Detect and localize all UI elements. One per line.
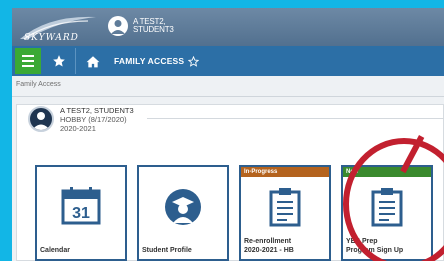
clipboard-icon — [241, 187, 329, 227]
menu-icon[interactable] — [15, 48, 41, 74]
graduate-icon — [139, 187, 227, 227]
student-profile-label: Student Profile — [142, 247, 192, 254]
in-progress-badge: In-Progress — [241, 167, 329, 177]
calendar-label: Calendar — [40, 247, 70, 254]
calendar-icon: 31 — [37, 187, 125, 225]
calendar-day: 31 — [72, 205, 90, 222]
user-avatar-icon — [108, 16, 128, 36]
calendar-tile[interactable]: 31 Calendar — [35, 165, 127, 261]
breadcrumb[interactable]: Family Access — [16, 81, 61, 88]
student-year: 2020-2021 — [60, 124, 96, 133]
skyward-logo[interactable]: SKYWARD — [18, 13, 98, 43]
add-favorite-star-icon[interactable] — [188, 55, 200, 67]
home-icon[interactable] — [82, 48, 104, 74]
student-avatar-icon — [28, 106, 54, 132]
student-profile-tile[interactable]: Student Profile — [137, 165, 229, 261]
page-title[interactable]: FAMILY ACCESS — [114, 56, 184, 66]
student-name: A TEST2, STUDENT3 — [60, 106, 134, 115]
user-menu[interactable]: A TEST2, STUDENT3 — [108, 16, 174, 36]
re-enrollment-tile[interactable]: In-Progress Re-enrollment 2020-2021 - HB — [239, 165, 331, 261]
student-school: HOBBY (8/17/2020) — [60, 115, 127, 124]
student-divider — [147, 118, 444, 119]
user-name-line2: STUDENT3 — [133, 25, 174, 34]
nav-divider — [75, 48, 76, 74]
re-enrollment-label-line2: 2020-2021 - HB — [244, 247, 294, 254]
main-navbar: FAMILY ACCESS — [12, 46, 444, 76]
re-enrollment-label-line1: Re-enrollment — [244, 238, 292, 245]
breadcrumb-divider — [12, 96, 444, 97]
student-header: A TEST2, STUDENT3 HOBBY (8/17/2020) 2020… — [28, 106, 134, 133]
logo-text: SKYWARD — [24, 33, 79, 43]
app-header: SKYWARD A TEST2, STUDENT3 — [12, 8, 444, 46]
favorites-star-icon[interactable] — [47, 48, 71, 74]
